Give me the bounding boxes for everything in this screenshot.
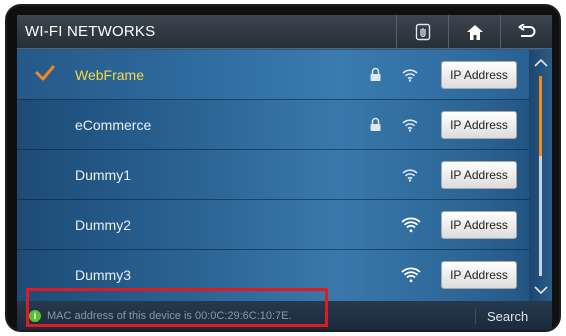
ip-address-button[interactable]: IP Address <box>441 261 517 289</box>
ip-address-button[interactable]: IP Address <box>441 211 517 239</box>
back-button[interactable] <box>500 15 552 49</box>
scroll-thumb[interactable] <box>539 76 542 156</box>
network-name: Dummy2 <box>75 217 132 233</box>
network-row[interactable]: Dummy2 IP Address <box>17 200 529 250</box>
network-name: WebFrame <box>75 67 144 83</box>
network-row[interactable]: Dummy1 IP Address <box>17 150 529 200</box>
header-bar: WI-FI NETWORKS <box>17 15 552 49</box>
touch-button[interactable] <box>396 15 448 49</box>
network-list: WebFrame IP Address eCommerce IP Address… <box>17 50 552 301</box>
lock-icon <box>370 67 381 81</box>
ip-address-button[interactable]: IP Address <box>441 111 517 139</box>
screen: WI-FI NETWORKS WebFrame IP Address eComm… <box>17 15 552 330</box>
network-name: eCommerce <box>75 117 152 133</box>
touch-icon <box>415 23 430 41</box>
network-row[interactable]: eCommerce IP Address <box>17 100 529 150</box>
home-icon <box>466 24 483 40</box>
network-name: Dummy1 <box>75 167 132 183</box>
back-icon <box>518 24 535 37</box>
divider <box>475 309 476 324</box>
network-row[interactable]: WebFrame IP Address <box>17 50 529 100</box>
chevron-up-icon[interactable] <box>534 58 548 67</box>
home-button[interactable] <box>448 15 500 49</box>
wifi-signal-icon <box>402 119 418 132</box>
checkmark-icon <box>35 65 55 81</box>
wifi-signal-icon <box>402 169 418 182</box>
chevron-down-icon[interactable] <box>534 286 548 295</box>
device-bezel: WI-FI NETWORKS WebFrame IP Address eComm… <box>5 4 561 332</box>
lock-icon <box>370 117 381 131</box>
wifi-signal-icon <box>402 69 418 82</box>
page-title: WI-FI NETWORKS <box>25 23 156 40</box>
highlight-box <box>26 288 328 327</box>
wifi-signal-icon <box>401 267 421 283</box>
ip-address-button[interactable]: IP Address <box>441 161 517 189</box>
search-button[interactable]: Search <box>487 309 528 324</box>
wifi-signal-icon <box>401 217 421 233</box>
scrollbar[interactable] <box>529 50 552 301</box>
network-name: Dummy3 <box>75 267 132 283</box>
ip-address-button[interactable]: IP Address <box>441 61 517 89</box>
